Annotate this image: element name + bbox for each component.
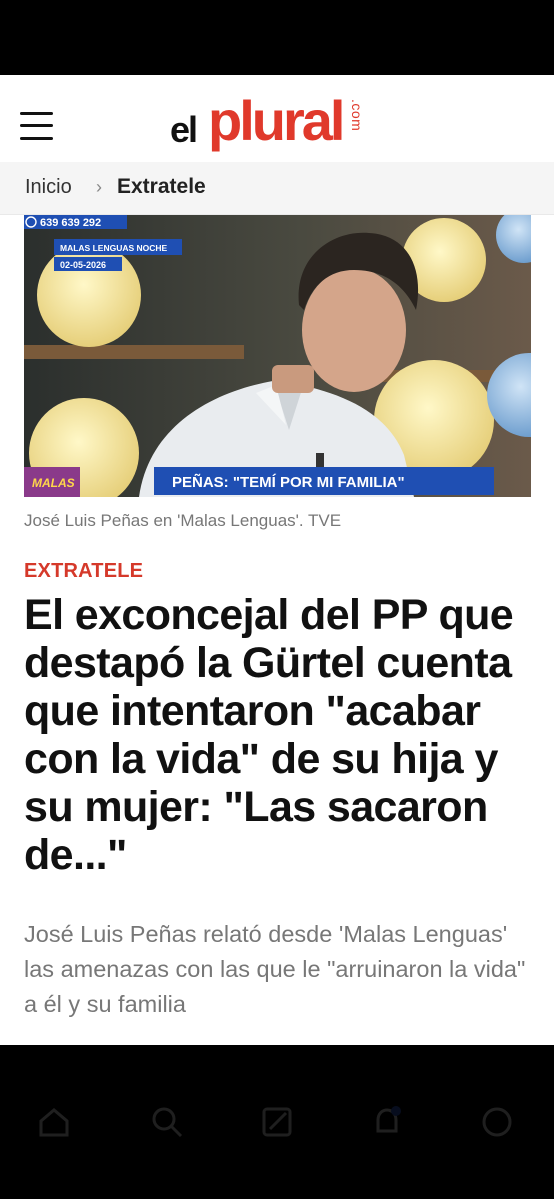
phone-number: 639 639 292 [40,217,101,229]
logo-plural-text: plural [208,89,345,152]
logo-com-text: .com [349,99,365,132]
web-page: el plural .com Inicio › Extratele 639 63… [0,75,554,1045]
menu-icon[interactable] [20,112,53,142]
edit-icon[interactable] [260,1105,294,1139]
logo-el-text: el [170,109,198,150]
search-icon[interactable] [150,1105,184,1139]
site-header: el plural .com [0,75,554,163]
lower-third-text: PEÑAS: "TEMÍ POR MI FAMILIA" [172,473,405,491]
image-caption: José Luis Peñas en 'Malas Lenguas'. TVE [24,511,342,530]
breadcrumb: Inicio › Extratele [0,162,554,215]
profile-icon[interactable] [480,1105,514,1139]
article-headline: El exconcejal del PP que destapó la Gürt… [24,591,514,879]
chevron-right-icon: › [96,177,102,197]
breadcrumb-current-link[interactable]: Extratele [117,175,206,199]
show-date: 02-05-2026 [60,260,106,270]
hero-image[interactable]: 639 639 292 MALAS LENGUAS NOCHE 02-05-20… [24,215,531,497]
tv-corner-logo: MALAS [32,476,75,490]
bottom-navigation [0,1045,554,1199]
breadcrumb-home-link[interactable]: Inicio [25,176,72,199]
section-tag[interactable]: EXTRATELE [24,560,143,583]
show-name: MALAS LENGUAS NOCHE [60,243,168,253]
site-logo[interactable]: el plural .com [170,89,390,152]
status-bar [0,0,554,75]
bell-icon[interactable] [370,1105,404,1139]
home-icon[interactable] [37,1105,71,1139]
article-subtitle: José Luis Peñas relató desde 'Malas Leng… [24,921,526,1017]
